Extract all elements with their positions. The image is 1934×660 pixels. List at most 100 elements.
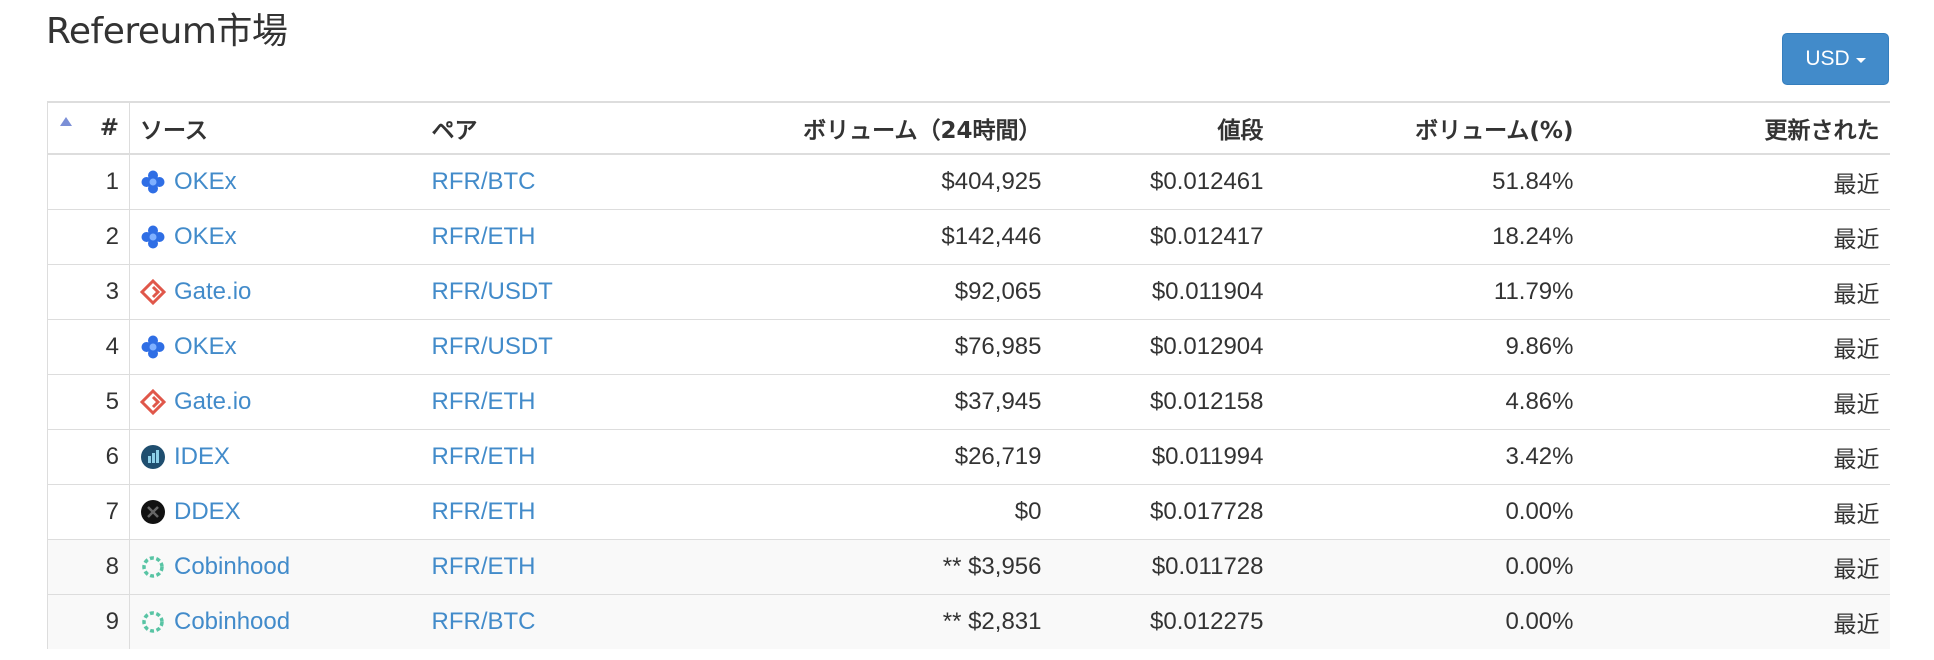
pair-link[interactable]: RFR/BTC [432,608,536,635]
row-volume-pct: 3.42% [1273,428,1584,484]
markets-table: # ソース ペア ボリューム（24時間） 値段 ボリューム(%) 更新された 1… [47,101,1890,649]
row-volume: $0 [671,483,1052,539]
pair-link[interactable]: RFR/ETH [432,388,536,415]
row-source: Gate.io [129,263,422,319]
row-updated: 最近 [1583,208,1890,264]
row-spacer [47,483,84,539]
idex-icon [140,444,166,470]
page-title: Refereum市場 [46,11,288,52]
row-volume: $76,985 [671,318,1052,374]
row-price: $0.012417 [1051,208,1274,264]
row-source: Cobinhood [129,593,422,649]
row-volume-pct: 9.86% [1273,318,1584,374]
source-link[interactable]: Cobinhood [174,553,290,581]
row-volume-pct: 0.00% [1273,483,1584,539]
source-link[interactable]: Gate.io [174,388,251,416]
row-pair: RFR/BTC [421,593,672,649]
source-link[interactable]: DDEX [174,498,241,526]
ddex-icon [140,499,166,525]
cobinhood-icon [140,554,166,580]
source-link[interactable]: OKEx [174,168,237,196]
row-pair: RFR/USDT [421,318,672,374]
source-link[interactable]: IDEX [174,443,230,471]
row-rank: 5 [83,373,130,429]
table-row: 9 Cobinhood RFR/BTC ** $2,831 $0.012275 0.00… [47,593,1890,649]
row-volume: ** $3,956 [671,538,1052,594]
source-link[interactable]: Gate.io [174,278,251,306]
table-row: 3 Gate.io RFR/USDT $92,065 $0.011904 11.79% 最… [47,263,1890,319]
okex-icon [140,224,166,250]
row-spacer [47,263,84,319]
table-row: 7 DDEX RFR/ETH $0 $0.017728 0.00% 最近 [47,483,1890,539]
header-pair[interactable]: ペア [421,101,672,155]
row-pair: RFR/ETH [421,483,672,539]
table-row: 1 OKEx RFR/BTC $404,925 $0.012461 51.84% 最近 [47,153,1890,209]
currency-dropdown-button[interactable]: USD [1782,33,1889,85]
table-row: 5 Gate.io RFR/ETH $37,945 $0.012158 4.86% 最近 [47,373,1890,429]
source-link[interactable]: Cobinhood [174,608,290,636]
sort-header[interactable] [47,101,84,155]
pair-link[interactable]: RFR/USDT [432,333,553,360]
row-price: $0.011904 [1051,263,1274,319]
row-updated: 最近 [1583,538,1890,594]
row-source: OKEx [129,208,422,264]
row-spacer [47,428,84,484]
row-source: OKEx [129,318,422,374]
row-price: $0.012158 [1051,373,1274,429]
row-updated: 最近 [1583,263,1890,319]
source-link[interactable]: OKEx [174,223,237,251]
row-rank: 7 [83,483,130,539]
row-volume: $37,945 [671,373,1052,429]
gateio-icon [140,278,166,305]
pair-link[interactable]: RFR/BTC [432,168,536,195]
row-pair: RFR/USDT [421,263,672,319]
caret-down-icon [1855,57,1866,63]
row-rank: 9 [83,593,130,649]
gateio-icon [140,388,166,415]
row-updated: 最近 [1583,318,1890,374]
row-updated: 最近 [1583,593,1890,649]
row-volume-pct: 4.86% [1273,373,1584,429]
row-source: IDEX [129,428,422,484]
header-price[interactable]: 値段 [1051,101,1274,155]
row-pair: RFR/ETH [421,208,672,264]
row-source: Gate.io [129,373,422,429]
row-spacer [47,593,84,649]
row-price: $0.012275 [1051,593,1274,649]
source-link[interactable]: OKEx [174,333,237,361]
sort-ascending-icon[interactable] [59,117,72,126]
row-volume: $404,925 [671,153,1052,209]
table-row: 4 OKEx RFR/USDT $76,985 $0.012904 9.86% 最近 [47,318,1890,374]
header-volume-pct[interactable]: ボリューム(%) [1273,101,1584,155]
row-updated: 最近 [1583,153,1890,209]
row-spacer [47,153,84,209]
row-price: $0.011994 [1051,428,1274,484]
pair-link[interactable]: RFR/ETH [432,498,536,525]
row-source: OKEx [129,153,422,209]
row-volume: $142,446 [671,208,1052,264]
row-spacer [47,373,84,429]
header-rank[interactable]: # [83,101,130,155]
pair-link[interactable]: RFR/ETH [432,223,536,250]
pair-link[interactable]: RFR/USDT [432,278,553,305]
row-volume-pct: 0.00% [1273,538,1584,594]
header-source[interactable]: ソース [129,101,422,155]
row-rank: 4 [83,318,130,374]
row-updated: 最近 [1583,428,1890,484]
pair-link[interactable]: RFR/ETH [432,553,536,580]
row-pair: RFR/ETH [421,538,672,594]
row-updated: 最近 [1583,483,1890,539]
row-rank: 6 [83,428,130,484]
table-row: 8 Cobinhood RFR/ETH ** $3,956 $0.011728 0.00… [47,538,1890,594]
table-row: 6 IDEX RFR/ETH $26,719 $0.011994 3.42% 最近 [47,428,1890,484]
header-volume-24h[interactable]: ボリューム（24時間） [671,101,1052,155]
table-header-row: # ソース ペア ボリューム（24時間） 値段 ボリューム(%) 更新された [47,101,1890,155]
row-volume: $26,719 [671,428,1052,484]
pair-link[interactable]: RFR/ETH [432,443,536,470]
cobinhood-icon [140,609,166,635]
row-pair: RFR/ETH [421,428,672,484]
row-volume-pct: 11.79% [1273,263,1584,319]
row-source: Cobinhood [129,538,422,594]
header-updated[interactable]: 更新された [1583,101,1890,155]
table-row: 2 OKEx RFR/ETH $142,446 $0.012417 18.24% 最近 [47,208,1890,264]
